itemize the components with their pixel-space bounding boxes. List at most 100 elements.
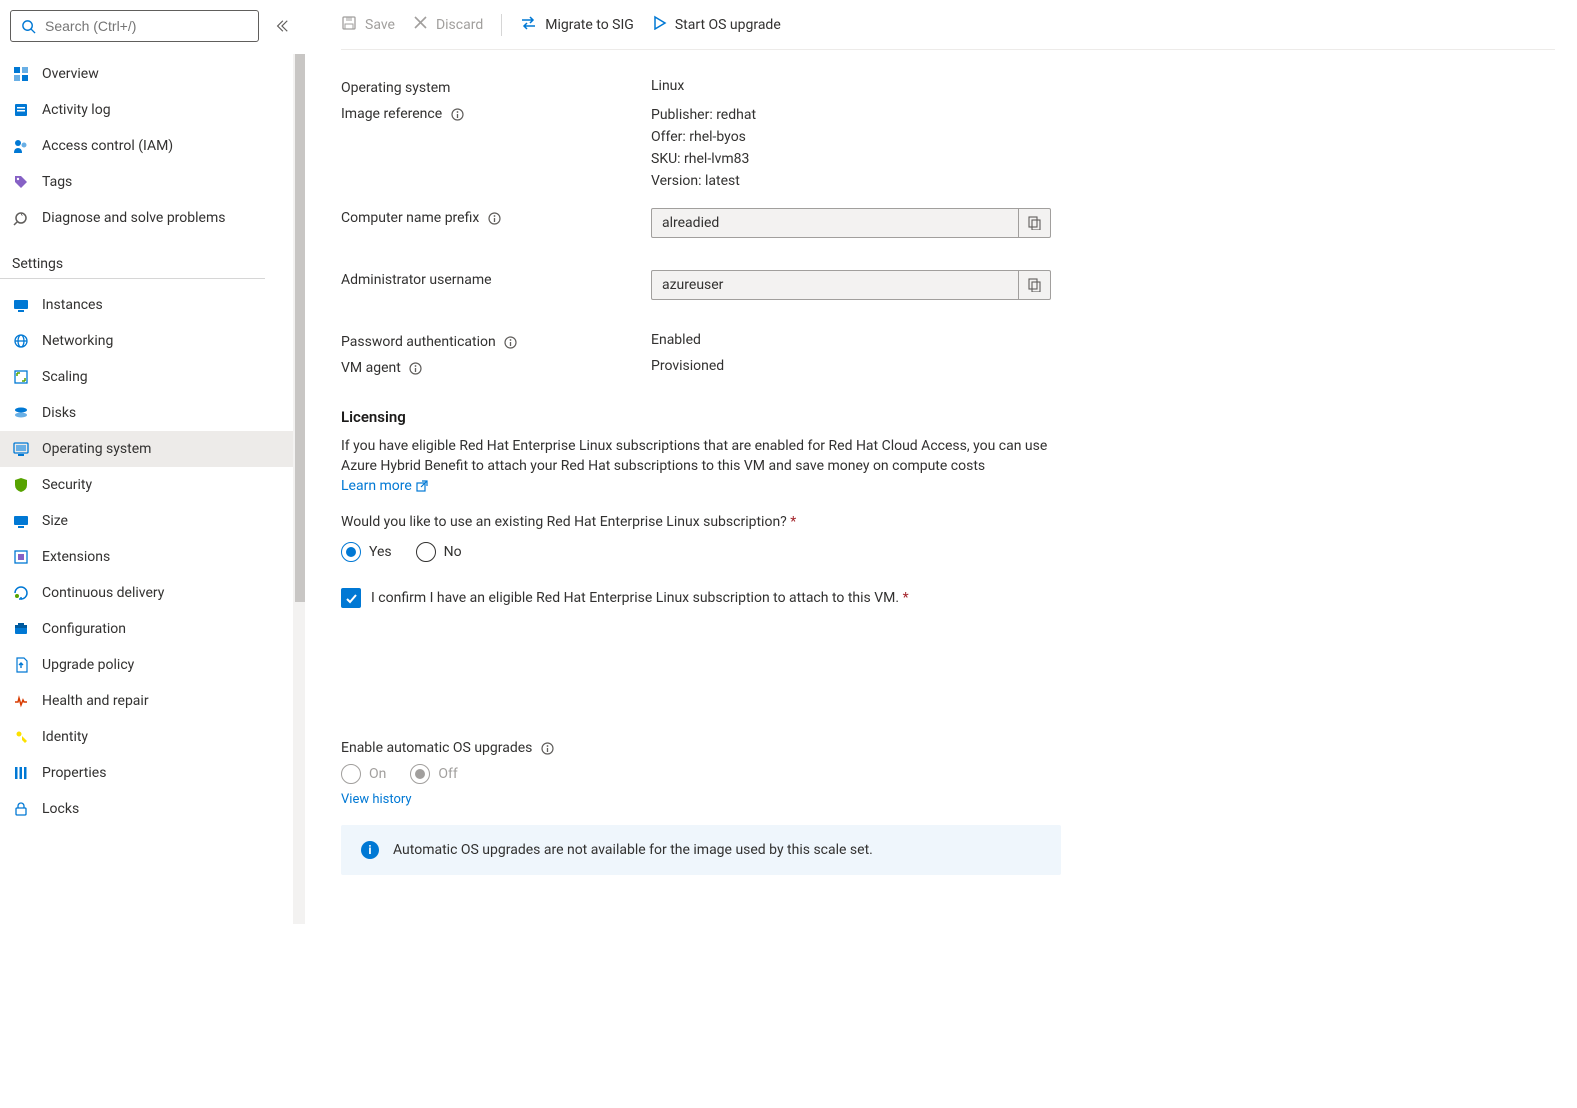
migrate-icon	[520, 15, 537, 35]
sidebar: Overview Activity log Access control (IA…	[0, 0, 305, 1108]
diagnose-icon	[12, 209, 30, 227]
info-icon[interactable]	[450, 107, 464, 121]
nav-label: Networking	[42, 333, 113, 349]
nav-label: Continuous delivery	[42, 585, 164, 601]
nav-label: Properties	[42, 765, 106, 781]
admin-username-label: Administrator username	[341, 270, 651, 288]
lock-icon	[12, 800, 30, 818]
sidebar-scrollbar-thumb[interactable]	[295, 54, 305, 602]
nav-item-instances[interactable]: Instances	[0, 287, 305, 323]
command-bar-separator	[501, 14, 502, 36]
cmd-label: Discard	[436, 17, 483, 33]
nav-item-security[interactable]: Security	[0, 467, 305, 503]
info-icon[interactable]	[487, 211, 501, 225]
nav-item-disks[interactable]: Disks	[0, 395, 305, 431]
nav-item-tags[interactable]: Tags	[0, 164, 305, 200]
nav-item-overview[interactable]: Overview	[0, 56, 305, 92]
sidebar-scrollbar[interactable]	[293, 54, 305, 924]
nav-item-networking[interactable]: Networking	[0, 323, 305, 359]
password-auth-value: Enabled	[651, 332, 1401, 348]
info-banner: i Automatic OS upgrades are not availabl…	[341, 825, 1061, 875]
copy-button[interactable]	[1018, 209, 1050, 237]
search-box[interactable]	[10, 10, 259, 42]
instances-icon	[12, 296, 30, 314]
info-banner-text: Automatic OS upgrades are not available …	[393, 842, 873, 858]
discard-button: Discard	[413, 15, 483, 34]
nav-item-activity-log[interactable]: Activity log	[0, 92, 305, 128]
copy-button[interactable]	[1018, 271, 1050, 299]
save-icon	[341, 15, 357, 35]
main-panel: Save Discard Migrate to SIG Start OS upg…	[305, 0, 1577, 1108]
play-icon	[652, 15, 667, 34]
configuration-icon	[12, 620, 30, 638]
licensing-question: Would you like to use an existing Red Ha…	[341, 512, 1051, 532]
tags-icon	[12, 173, 30, 191]
nav-item-health-repair[interactable]: Health and repair	[0, 683, 305, 719]
computer-name-prefix-value: alreadied	[652, 215, 1018, 231]
nav-label: Health and repair	[42, 693, 149, 709]
extensions-icon	[12, 548, 30, 566]
radio-off: Off	[410, 764, 457, 784]
start-os-upgrade-button[interactable]: Start OS upgrade	[652, 15, 781, 34]
continuous-delivery-icon	[12, 584, 30, 602]
nav-item-locks[interactable]: Locks	[0, 791, 305, 827]
nav-item-configuration[interactable]: Configuration	[0, 611, 305, 647]
auto-upgrade-label: Enable automatic OS upgrades	[341, 740, 532, 756]
cmd-label: Start OS upgrade	[675, 17, 781, 33]
shield-icon	[12, 476, 30, 494]
nav-label: Locks	[42, 801, 79, 817]
nav-item-extensions[interactable]: Extensions	[0, 539, 305, 575]
radio-yes[interactable]: Yes	[341, 542, 392, 562]
licensing-radio-group: Yes No	[341, 542, 1401, 562]
disks-icon	[12, 404, 30, 422]
image-reference-value: Publisher: redhat Offer: rhel-byos SKU: …	[651, 104, 1401, 192]
auto-upgrade-radio-group: On Off	[341, 764, 1401, 784]
learn-more-link[interactable]: Learn more	[341, 476, 428, 496]
view-history-link[interactable]: View history	[341, 792, 412, 807]
password-auth-label: Password authentication	[341, 334, 496, 350]
cmd-label: Save	[365, 17, 395, 33]
search-input[interactable]	[45, 18, 250, 34]
nav-label: Overview	[42, 66, 99, 82]
health-icon	[12, 692, 30, 710]
nav-label: Activity log	[42, 102, 111, 118]
nav-label: Extensions	[42, 549, 110, 565]
command-bar: Save Discard Migrate to SIG Start OS upg…	[341, 0, 1555, 50]
upgrade-policy-icon	[12, 656, 30, 674]
nav-label: Tags	[42, 174, 72, 190]
vm-agent-label: VM agent	[341, 360, 401, 376]
os-label: Operating system	[341, 78, 651, 96]
operating-system-icon	[12, 440, 30, 458]
nav-label: Size	[42, 513, 68, 529]
nav-label: Operating system	[42, 441, 151, 457]
cmd-label: Migrate to SIG	[545, 17, 634, 33]
nav-label: Upgrade policy	[42, 657, 134, 673]
confirm-checkbox[interactable]	[341, 588, 361, 608]
activity-log-icon	[12, 101, 30, 119]
admin-username-field: azureuser	[651, 270, 1051, 300]
vm-agent-value: Provisioned	[651, 358, 1401, 374]
nav-top: Overview Activity log Access control (IA…	[0, 52, 305, 236]
nav-item-scaling[interactable]: Scaling	[0, 359, 305, 395]
networking-icon	[12, 332, 30, 350]
info-icon[interactable]	[540, 741, 554, 755]
info-icon[interactable]	[504, 335, 518, 349]
nav-item-continuous-delivery[interactable]: Continuous delivery	[0, 575, 305, 611]
scaling-icon	[12, 368, 30, 386]
nav-item-properties[interactable]: Properties	[0, 755, 305, 791]
nav-item-size[interactable]: Size	[0, 503, 305, 539]
nav-label: Diagnose and solve problems	[42, 210, 225, 226]
access-control-icon	[12, 137, 30, 155]
nav-item-upgrade-policy[interactable]: Upgrade policy	[0, 647, 305, 683]
nav-item-access-control[interactable]: Access control (IAM)	[0, 128, 305, 164]
nav-item-operating-system[interactable]: Operating system	[0, 431, 305, 467]
nav-item-diagnose[interactable]: Diagnose and solve problems	[0, 200, 305, 236]
nav-item-identity[interactable]: Identity	[0, 719, 305, 755]
search-icon	[19, 17, 37, 35]
radio-no[interactable]: No	[416, 542, 462, 562]
identity-icon	[12, 728, 30, 746]
info-icon[interactable]	[409, 361, 423, 375]
nav-label: Scaling	[42, 369, 88, 385]
collapse-sidebar-button[interactable]	[269, 13, 295, 39]
migrate-sig-button[interactable]: Migrate to SIG	[520, 15, 634, 35]
